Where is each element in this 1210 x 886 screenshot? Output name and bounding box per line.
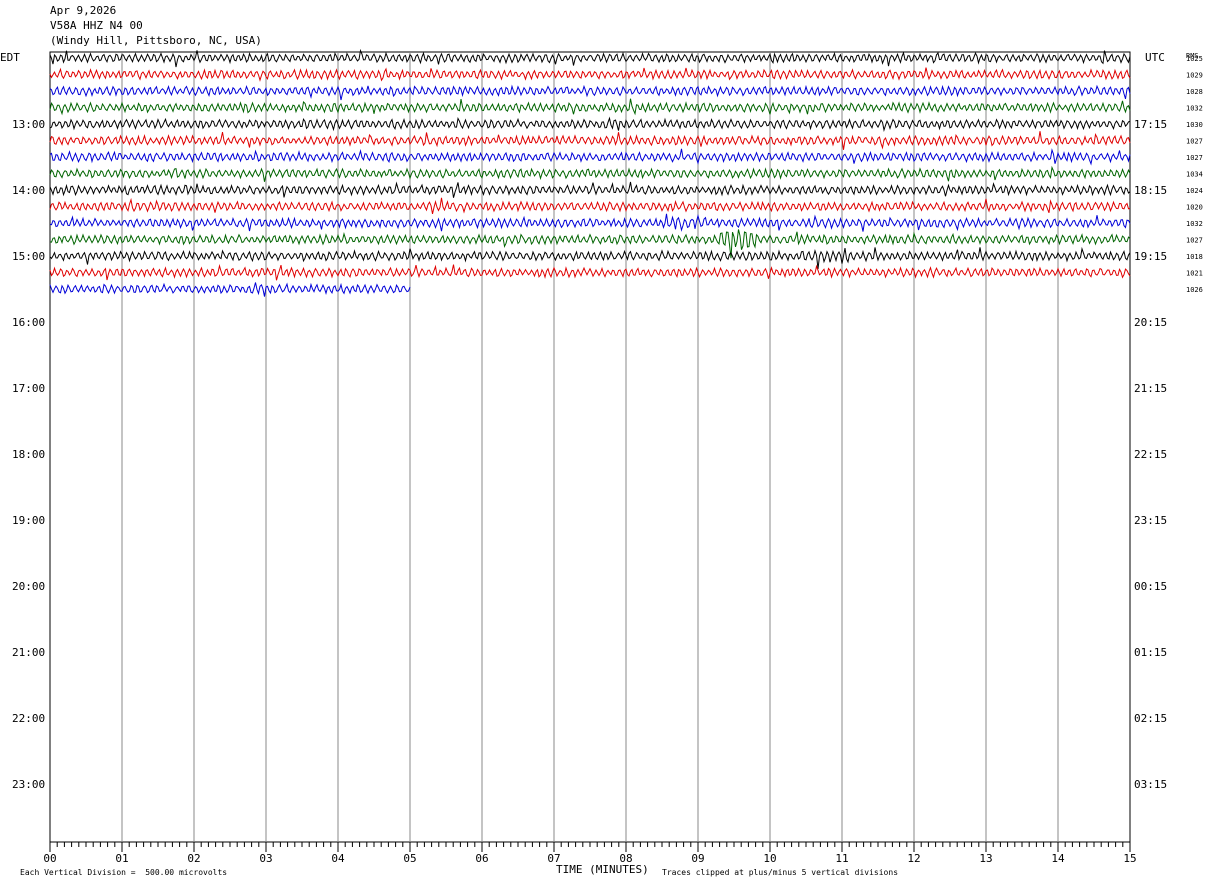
right-hour-label: 01:15 (1134, 646, 1167, 659)
seismic-trace (49, 246, 1131, 269)
left-hour-label: 20:00 (12, 580, 45, 593)
seismic-trace (49, 67, 1131, 82)
trace-rms-label: 1029 (1186, 72, 1203, 80)
trace-rms-label: 1018 (1186, 253, 1203, 261)
seismic-trace (49, 84, 1131, 101)
seismic-trace (49, 98, 1131, 116)
left-hour-label: 14:00 (12, 184, 45, 197)
left-hour-label: 13:00 (12, 118, 45, 131)
left-hour-label: 23:00 (12, 778, 45, 791)
x-tick-label: 02 (187, 852, 200, 865)
clip-note: Traces clipped at plus/minus 5 vertical … (662, 868, 899, 877)
seismic-trace (49, 131, 1131, 150)
right-timezone-label: UTC (1145, 51, 1165, 64)
left-hour-label: 18:00 (12, 448, 45, 461)
left-timezone-label: EDT (0, 51, 20, 64)
x-tick-label: 06 (475, 852, 488, 865)
x-tick-label: 03 (259, 852, 272, 865)
x-tick-label: 11 (835, 852, 848, 865)
right-hour-label: 02:15 (1134, 712, 1167, 725)
left-hour-label: 17:00 (12, 382, 45, 395)
trace-rms-label: 1034 (1186, 171, 1203, 179)
seismic-trace (49, 116, 1131, 132)
x-axis-title: TIME (MINUTES) (556, 863, 649, 876)
x-tick-label: 15 (1123, 852, 1136, 865)
x-tick-label: 12 (907, 852, 920, 865)
right-hour-label: 19:15 (1134, 250, 1167, 263)
seismic-trace (49, 48, 1131, 68)
x-tick-label: 00 (43, 852, 56, 865)
trace-rms-label: 1030 (1186, 121, 1203, 129)
right-hour-label: 21:15 (1134, 382, 1167, 395)
scale-note: Each Vertical Division = 500.00 microvol… (20, 868, 228, 877)
seismic-trace (49, 197, 1131, 215)
trace-rms-label: 1027 (1186, 138, 1203, 146)
trace-rms-label: 1027 (1186, 237, 1203, 245)
helicorder-chart: 00 01 02 03 04 05 06 07 08 09 10 11 12 13 14 15EDT UTC RM… (0, 48, 1203, 865)
trace-rms-label: 1026 (1186, 286, 1203, 294)
seismic-trace (49, 282, 411, 297)
seismic-trace (49, 165, 1131, 182)
trace-rms-label: 1032 (1186, 220, 1203, 228)
right-hour-label: 03:15 (1134, 778, 1167, 791)
right-hour-label: 23:15 (1134, 514, 1167, 527)
trace-rms-label: 1021 (1186, 270, 1203, 278)
x-tick-label: 10 (763, 852, 776, 865)
right-hour-label: 00:15 (1134, 580, 1167, 593)
trace-rms-label: 1028 (1186, 88, 1203, 96)
right-hour-label: 20:15 (1134, 316, 1167, 329)
trace-rms-label: 1024 (1186, 187, 1203, 195)
seismic-trace (49, 181, 1131, 198)
trace-rms-label: 1020 (1186, 204, 1203, 212)
x-tick-label: 14 (1051, 852, 1065, 865)
trace-rms-label: 1032 (1186, 105, 1203, 113)
x-tick-label: 04 (331, 852, 345, 865)
seismic-trace (49, 263, 1131, 281)
x-tick-label: 13 (979, 852, 992, 865)
left-hour-label: 19:00 (12, 514, 45, 527)
right-hour-label: 22:15 (1134, 448, 1167, 461)
seismic-trace (49, 148, 1131, 166)
right-hour-label: 18:15 (1134, 184, 1167, 197)
left-hour-label: 16:00 (12, 316, 45, 329)
trace-rms-label: 1025 (1186, 55, 1203, 63)
trace-rms-label: 1027 (1186, 154, 1203, 162)
left-hour-label: 21:00 (12, 646, 45, 659)
left-hour-label: 22:00 (12, 712, 45, 725)
left-hour-label: 15:00 (12, 250, 45, 263)
seismic-trace (49, 213, 1131, 232)
x-tick-label: 01 (115, 852, 128, 865)
right-hour-label: 17:15 (1134, 118, 1167, 131)
x-tick-label: 09 (691, 852, 704, 865)
x-tick-label: 05 (403, 852, 416, 865)
